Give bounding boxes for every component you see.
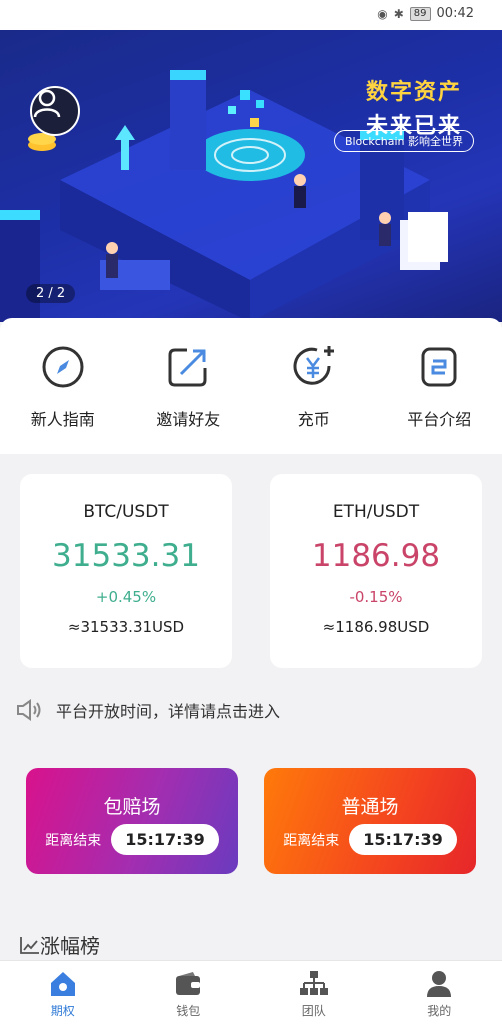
share-arrow-icon <box>168 348 207 387</box>
market-card-btc[interactable]: BTC/USDT 31533.31 +0.45% ≈31533.31USD <box>20 474 232 668</box>
tab-label: 钱包 <box>176 1004 201 1018</box>
session-name: 普通场 <box>341 796 399 818</box>
market-change: -0.15% <box>349 588 403 606</box>
session-countdown-label: 距离结束 <box>45 832 102 849</box>
tab-options[interactable]: 期权 <box>0 961 126 1024</box>
market-usd-value: ≈31533.31USD <box>67 618 185 636</box>
compass-icon <box>42 346 84 388</box>
team-tree-icon <box>299 971 328 995</box>
home-icon <box>50 972 75 996</box>
quick-item-about[interactable]: 平台介绍 <box>377 318 502 454</box>
session-timer: 15:17:39 <box>111 824 219 855</box>
user-icon <box>33 89 61 118</box>
market-change: +0.45% <box>95 588 157 606</box>
quick-menu: 新人指南 邀请好友 充币 平台介绍 <box>0 318 502 454</box>
person-icon <box>427 971 452 997</box>
tab-label: 期权 <box>50 1004 75 1018</box>
yen-add-icon <box>293 346 334 385</box>
banner-subtitle: Blockchain 影响全世界 <box>333 130 474 152</box>
session-name: 包赔场 <box>103 796 161 818</box>
wallet-icon <box>176 972 201 995</box>
hero-banner[interactable]: 数字资产 未来已来 Blockchain 影响全世界 2 / 2 <box>0 30 502 322</box>
tab-team[interactable]: 团队 <box>251 961 377 1024</box>
speaker-icon <box>17 699 41 721</box>
bluetooth-icon: ✱ <box>393 6 404 21</box>
quick-item-label: 邀请好友 <box>156 410 221 429</box>
market-pair: ETH/USDT <box>332 502 420 522</box>
banner-title-line1: 数字资产 <box>365 80 462 105</box>
notice-bar[interactable]: 平台开放时间，详情请点击进入 <box>16 698 280 722</box>
quick-item-label: 充币 <box>297 410 330 429</box>
banner-pager: 2 / 2 <box>26 284 76 303</box>
clock: 00:42 <box>436 6 474 21</box>
ranking-title: 涨幅榜 <box>40 934 100 958</box>
bottom-tab-bar: 期权 钱包 团队 我的 <box>0 960 502 1024</box>
ranking-header: 涨幅榜 <box>20 930 100 959</box>
status-bar: ◉ ✱ 89 00:42 <box>0 0 502 30</box>
quick-item-label: 新人指南 <box>30 410 95 429</box>
session-card-normal[interactable]: 普通场 距离结束 15:17:39 <box>264 768 476 874</box>
tab-label: 团队 <box>301 1004 326 1018</box>
trend-chart-icon <box>20 936 39 954</box>
tab-label: 我的 <box>427 1004 452 1018</box>
notice-text: 平台开放时间，详情请点击进入 <box>56 702 281 721</box>
session-timer: 15:17:39 <box>349 824 457 855</box>
market-card-eth[interactable]: ETH/USDT 1186.98 -0.15% ≈1186.98USD <box>270 474 482 668</box>
quick-item-guide[interactable]: 新人指南 <box>0 318 126 454</box>
tab-wallet[interactable]: 钱包 <box>126 961 252 1024</box>
quick-item-deposit[interactable]: 充币 <box>251 318 377 454</box>
tab-profile[interactable]: 我的 <box>377 961 502 1024</box>
market-price: 1186.98 <box>311 538 441 574</box>
battery-indicator: 89 <box>409 6 431 21</box>
quick-item-invite[interactable]: 邀请好友 <box>126 318 252 454</box>
session-countdown-label: 距离结束 <box>283 832 340 849</box>
market-price: 31533.31 <box>52 538 200 574</box>
user-avatar[interactable] <box>30 86 80 136</box>
eye-icon: ◉ <box>377 6 388 21</box>
info-doc-icon <box>421 347 457 387</box>
session-card-compensation[interactable]: 包赔场 距离结束 15:17:39 <box>26 768 238 874</box>
quick-item-label: 平台介绍 <box>407 410 472 429</box>
market-pair: BTC/USDT <box>83 502 169 522</box>
market-usd-value: ≈1186.98USD <box>322 618 430 636</box>
